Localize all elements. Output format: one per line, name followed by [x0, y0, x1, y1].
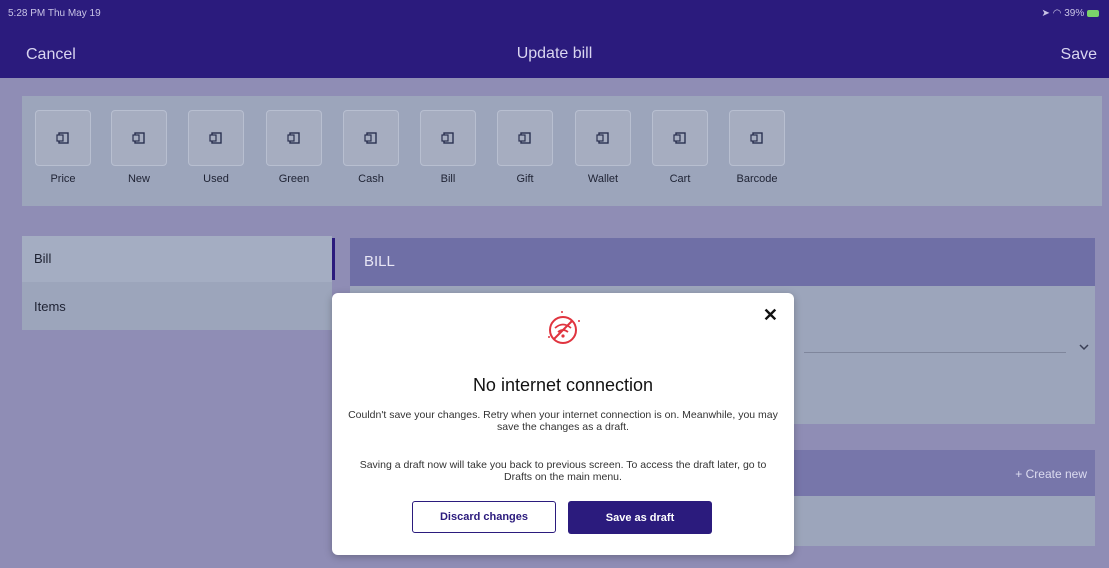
page-title: Update bill [516, 45, 593, 62]
close-icon[interactable]: ✕ [763, 305, 778, 326]
location-icon: ➤ [1041, 8, 1050, 19]
sidebar-item-bill[interactable]: Bill [22, 236, 332, 282]
tool-label: Cash [358, 173, 384, 185]
tool-price[interactable]: Price [34, 110, 92, 185]
offline-dialog: ✕ No internet connection Couldn't save y… [332, 293, 794, 555]
battery-percent: 39% [1064, 8, 1085, 19]
doc-icon [652, 110, 708, 166]
nav-bar: Cancel Update bill Save [0, 24, 1109, 78]
tool-label: Bill [440, 173, 456, 185]
status-bar: 5:28 PM Thu May 19 ➤ ◠ 39% [0, 0, 1109, 24]
doc-icon [266, 110, 322, 166]
tool-label: Barcode [736, 173, 778, 185]
tool-green[interactable]: Green [265, 110, 323, 185]
active-indicator [332, 238, 335, 280]
battery-icon [1087, 9, 1099, 17]
tool-bill[interactable]: Bill [419, 110, 477, 185]
sidebar-item-label: Items [34, 299, 66, 314]
sidebar: Bill Items [22, 236, 332, 330]
dialog-title: No internet connection [472, 375, 654, 395]
wifi-icon: ◠ [1052, 8, 1062, 19]
tool-label: Cart [669, 173, 691, 185]
dropdown-underline[interactable] [804, 352, 1066, 353]
doc-icon [188, 110, 244, 166]
status-icons: ➤ ◠ 39% [1042, 8, 1099, 19]
sidebar-item-items[interactable]: Items [22, 284, 332, 330]
tool-cash[interactable]: Cash [342, 110, 400, 185]
tool-gift[interactable]: Gift [496, 110, 554, 185]
tool-wallet[interactable]: Wallet [574, 110, 632, 185]
doc-icon [420, 110, 476, 166]
discard-changes-button[interactable]: Discard changes [412, 501, 556, 533]
tool-bar: Price New Used Green Cash Bill Gift Wall… [22, 96, 1102, 206]
tool-label: Price [50, 173, 76, 185]
tool-barcode[interactable]: Barcode [728, 110, 786, 185]
status-time: 5:28 PM Thu May 19 [8, 8, 101, 19]
doc-icon [111, 110, 167, 166]
tool-label: Gift [516, 173, 534, 185]
sidebar-item-label: Bill [34, 251, 52, 266]
save-button[interactable]: Save [1061, 46, 1097, 64]
doc-icon [729, 110, 785, 166]
tool-label: Used [203, 173, 229, 185]
tool-label: New [127, 173, 150, 185]
doc-icon [35, 110, 91, 166]
tool-label: Wallet [587, 173, 619, 185]
cancel-button[interactable]: Cancel [26, 46, 76, 64]
save-as-draft-button[interactable]: Save as draft [568, 501, 712, 534]
no-wifi-icon [548, 311, 580, 344]
tool-cart[interactable]: Cart [651, 110, 709, 185]
create-new-link[interactable]: + Create new [1015, 467, 1087, 481]
tool-new[interactable]: New [110, 110, 168, 185]
dialog-message: Couldn't save your changes. Retry when y… [348, 409, 778, 433]
tool-label: Green [278, 173, 310, 185]
section-title: BILL [364, 253, 395, 270]
chevron-down-icon[interactable] [1078, 341, 1090, 353]
doc-icon [343, 110, 399, 166]
tool-used[interactable]: Used [187, 110, 245, 185]
section-header: BILL [350, 238, 1095, 286]
dialog-draft-info: Saving a draft now will take you back to… [359, 459, 767, 483]
doc-icon [575, 110, 631, 166]
doc-icon [497, 110, 553, 166]
